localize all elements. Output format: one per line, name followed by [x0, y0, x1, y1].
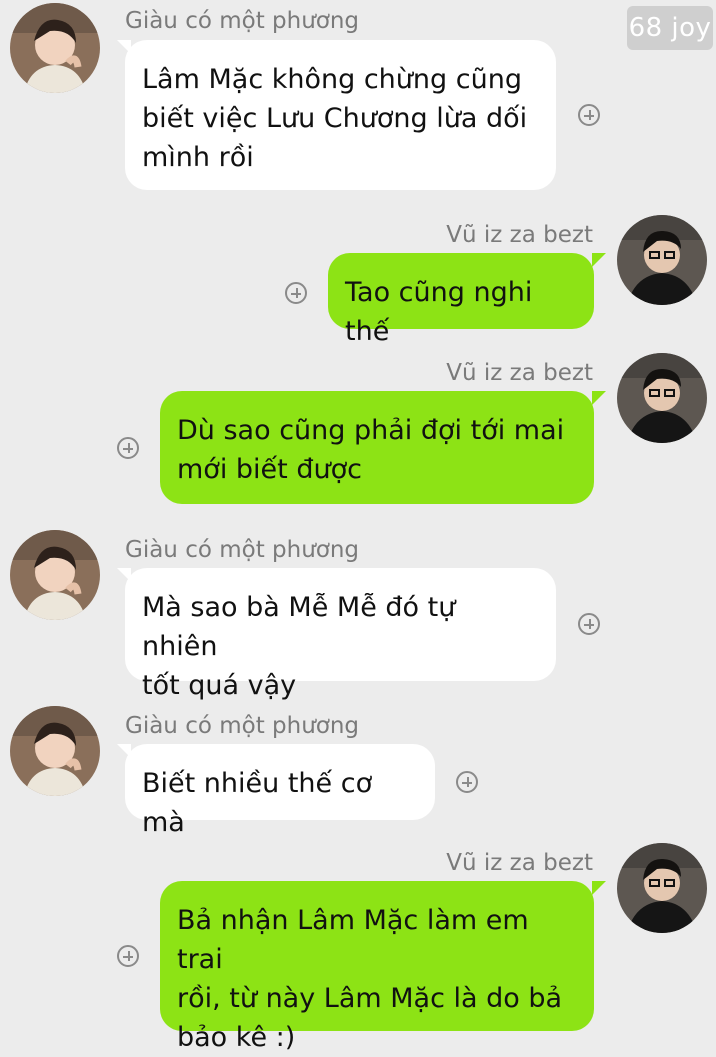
sender-name: Vũ iz za bezt — [446, 850, 593, 876]
avatar-boy-icon[interactable] — [617, 843, 707, 933]
add-reaction-icon[interactable] — [285, 282, 307, 304]
add-reaction-icon[interactable] — [117, 437, 139, 459]
incoming-message-bubble[interactable]: Lâm Mặc không chừng cũng biết việc Lưu C… — [125, 40, 556, 190]
message-line: rồi, từ này Lâm Mặc là do bả — [177, 983, 563, 1014]
incoming-message-bubble[interactable]: Biết nhiều thế cơ mà — [125, 744, 435, 838]
sender-name: Giàu có một phương — [125, 713, 360, 739]
bubble-tail — [592, 391, 606, 405]
message-line: Biết nhiều thế cơ mà — [142, 768, 373, 838]
sender-name: Giàu có một phương — [125, 537, 360, 563]
message-line: Bả nhận Lâm Mặc làm em trai — [177, 905, 529, 975]
message-line: bảo kê :) — [177, 1022, 296, 1053]
message-line: Lâm Mặc không chừng cũng — [142, 64, 522, 95]
message-line: Tao cũng nghi thế — [345, 277, 533, 347]
message-line: mình rồi — [142, 142, 254, 173]
watermark-badge: 68 joy — [627, 6, 713, 50]
avatar-boy-icon[interactable] — [617, 215, 707, 305]
add-reaction-icon[interactable] — [578, 613, 600, 635]
add-reaction-icon[interactable] — [578, 104, 600, 126]
outgoing-message-bubble[interactable]: Tao cũng nghi thế — [328, 253, 594, 347]
sender-name: Vũ iz za bezt — [446, 360, 593, 386]
avatar-girl-icon[interactable] — [10, 530, 100, 620]
avatar-boy-icon[interactable] — [617, 353, 707, 443]
add-reaction-icon[interactable] — [456, 771, 478, 793]
add-reaction-icon[interactable] — [117, 945, 139, 967]
bubble-tail — [592, 881, 606, 895]
outgoing-message-bubble[interactable]: Dù sao cũng phải đợi tới mai mới biết đư… — [160, 391, 594, 504]
message-line: Mà sao bà Mễ Mễ đó tự nhiên — [142, 592, 456, 662]
message-line: Dù sao cũng phải đợi tới mai — [177, 415, 565, 446]
sender-name: Giàu có một phương — [125, 8, 360, 34]
avatar-girl-icon[interactable] — [10, 706, 100, 796]
message-line: tốt quá vậy — [142, 670, 297, 701]
sender-name: Vũ iz za bezt — [446, 222, 593, 248]
outgoing-message-bubble[interactable]: Bả nhận Lâm Mặc làm em trai rồi, từ này … — [160, 881, 594, 1053]
avatar-girl-icon[interactable] — [10, 3, 100, 93]
message-line: mới biết được — [177, 454, 362, 485]
message-line: biết việc Lưu Chương lừa dối — [142, 103, 528, 134]
incoming-message-bubble[interactable]: Mà sao bà Mễ Mễ đó tự nhiên tốt quá vậy — [125, 568, 556, 701]
bubble-tail — [592, 253, 606, 267]
